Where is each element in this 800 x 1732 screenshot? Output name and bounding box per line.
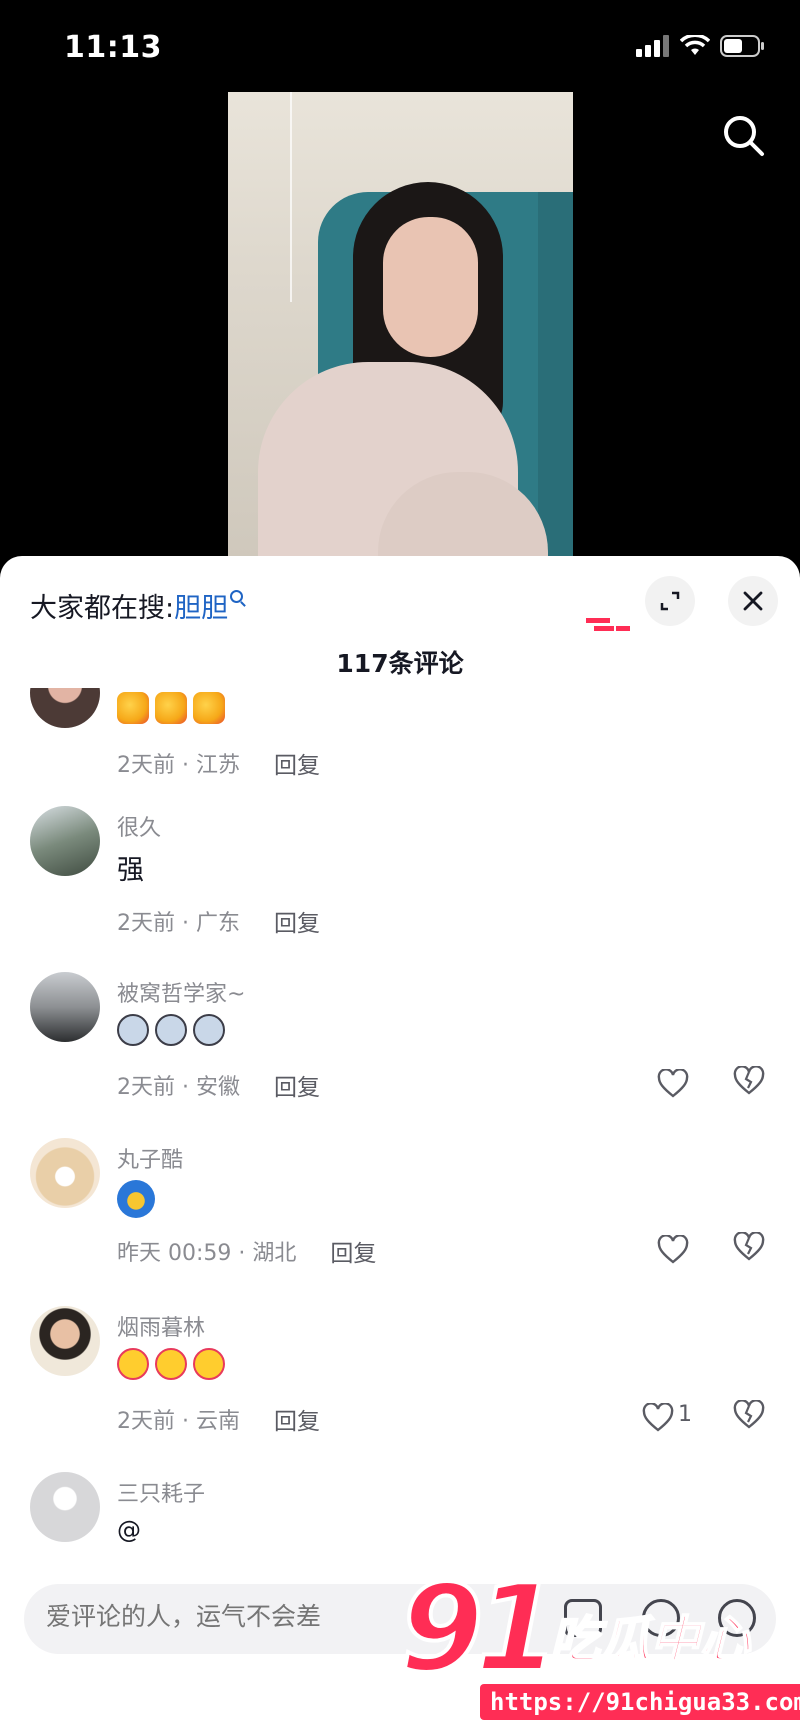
dislike-button[interactable] <box>733 1399 769 1436</box>
comment-list[interactable]: 2天前 · 江苏 回复 很久 强 2天前 · 广东 回复 被窝哲学家~ 2天前 … <box>0 688 800 1576</box>
comment-item: 被窝哲学家~ 2天前 · 安徽 回复 <box>0 972 800 1122</box>
comment-nickname[interactable]: 三只耗子 <box>117 1476 205 1508</box>
signal-icon <box>636 35 669 57</box>
like-button[interactable] <box>642 1400 678 1436</box>
heart-icon <box>657 1069 689 1098</box>
heart-eyes-emoji-icon <box>193 1348 225 1380</box>
status-time: 11:13 <box>64 30 162 65</box>
watermark-number: 91 <box>398 1558 561 1701</box>
comment-time-location: 昨天 00:59 · 湖北 <box>117 1241 297 1266</box>
broken-heart-icon <box>733 1065 765 1095</box>
comment-item: 2天前 · 江苏 回复 <box>0 688 800 788</box>
comment-text: @ <box>117 1516 141 1544</box>
reply-button[interactable]: 回复 <box>274 904 320 938</box>
fist-emoji-icon <box>193 692 225 724</box>
comment-emojis <box>117 1180 155 1218</box>
avatar[interactable] <box>30 688 100 728</box>
blue-face-emoji-icon <box>117 1180 155 1218</box>
loading-lines-icon <box>586 618 630 631</box>
comment-nickname[interactable]: 丸子酷 <box>117 1142 183 1174</box>
comment-meta: 2天前 · 安徽 回复 <box>117 1068 320 1102</box>
heart-eyes-emoji-icon <box>155 1348 187 1380</box>
dislike-button[interactable] <box>733 1231 769 1268</box>
comment-time-location: 2天前 · 安徽 <box>117 1075 240 1100</box>
reply-button[interactable]: 回复 <box>274 746 320 780</box>
battery-icon <box>720 35 764 57</box>
comment-count-title: 117条评论 <box>336 649 464 678</box>
comment-meta: 2天前 · 江苏 回复 <box>117 746 320 780</box>
heart-icon <box>642 1403 674 1432</box>
status-bar: 11:13 <box>0 0 800 96</box>
comment-item: 烟雨暮林 2天前 · 云南 回复 1 <box>0 1306 800 1456</box>
like-count: 1 <box>678 1402 692 1427</box>
watermark-logo: 91 吃瓜中心 https://91chigua33.com <box>398 1558 800 1732</box>
search-icon <box>724 116 764 156</box>
hot-search[interactable]: 大家都在搜:胆胆 <box>30 586 244 625</box>
comment-meta: 2天前 · 广东 回复 <box>117 904 320 938</box>
comment-item: 很久 强 2天前 · 广东 回复 <box>0 806 800 956</box>
search-button[interactable] <box>718 110 770 162</box>
video-wall <box>290 92 292 302</box>
comment-time-location: 2天前 · 广东 <box>117 911 240 936</box>
fist-emoji-icon <box>117 692 149 724</box>
comment-input[interactable] <box>46 1602 406 1631</box>
video-player[interactable] <box>228 92 573 562</box>
default-avatar-icon[interactable] <box>30 1472 100 1542</box>
reply-button[interactable]: 回复 <box>274 1068 320 1102</box>
status-icons <box>636 34 766 58</box>
heart-icon <box>657 1235 689 1264</box>
comment-emojis <box>117 692 225 724</box>
comment-item: 丸子酷 昨天 00:59 · 湖北 回复 <box>0 1138 800 1288</box>
comment-text: 强 <box>117 855 144 886</box>
cat-emoji-icon <box>155 1014 187 1046</box>
hot-search-prefix: 大家都在搜: <box>30 593 175 624</box>
comment-nickname[interactable]: 烟雨暮林 <box>117 1310 205 1342</box>
broken-heart-icon <box>733 1231 765 1261</box>
comment-time-location: 2天前 · 江苏 <box>117 753 240 778</box>
expand-icon <box>660 591 680 611</box>
cat-emoji-icon <box>117 1014 149 1046</box>
avatar[interactable] <box>30 972 100 1042</box>
small-search-icon <box>230 590 244 603</box>
comment-sheet: 大家都在搜:胆胆 117条评论 2天前 · 江苏 回复 很久 强 2天前 · 广… <box>0 556 800 1732</box>
close-button[interactable] <box>728 576 778 626</box>
heart-eyes-emoji-icon <box>117 1348 149 1380</box>
avatar[interactable] <box>30 1138 100 1208</box>
wifi-icon <box>680 35 710 55</box>
watermark-brand: 吃瓜中心 <box>549 1610 751 1670</box>
avatar[interactable] <box>30 806 100 876</box>
like-button[interactable] <box>657 1066 693 1102</box>
dislike-button[interactable] <box>733 1065 769 1102</box>
watermark-url: https://91chigua33.com <box>480 1684 800 1720</box>
avatar[interactable] <box>30 1306 100 1376</box>
reply-button[interactable]: 回复 <box>274 1402 320 1436</box>
comment-emojis <box>117 1348 225 1380</box>
fist-emoji-icon <box>155 692 187 724</box>
hot-search-keyword[interactable]: 胆胆 <box>174 593 228 624</box>
close-icon <box>743 591 763 611</box>
comment-meta: 2天前 · 云南 回复 <box>117 1402 320 1436</box>
comment-time-location: 2天前 · 云南 <box>117 1409 240 1434</box>
like-button[interactable] <box>657 1232 693 1268</box>
comment-nickname[interactable]: 被窝哲学家~ <box>117 976 245 1008</box>
expand-button[interactable] <box>645 576 695 626</box>
comment-emojis <box>117 1014 225 1046</box>
comment-nickname[interactable]: 很久 <box>117 810 161 842</box>
comment-meta: 昨天 00:59 · 湖北 回复 <box>117 1234 376 1268</box>
video-face <box>383 217 478 357</box>
broken-heart-icon <box>733 1399 765 1429</box>
reply-button[interactable]: 回复 <box>330 1234 376 1268</box>
cat-emoji-icon <box>193 1014 225 1046</box>
video-sofa-arm <box>538 192 573 562</box>
